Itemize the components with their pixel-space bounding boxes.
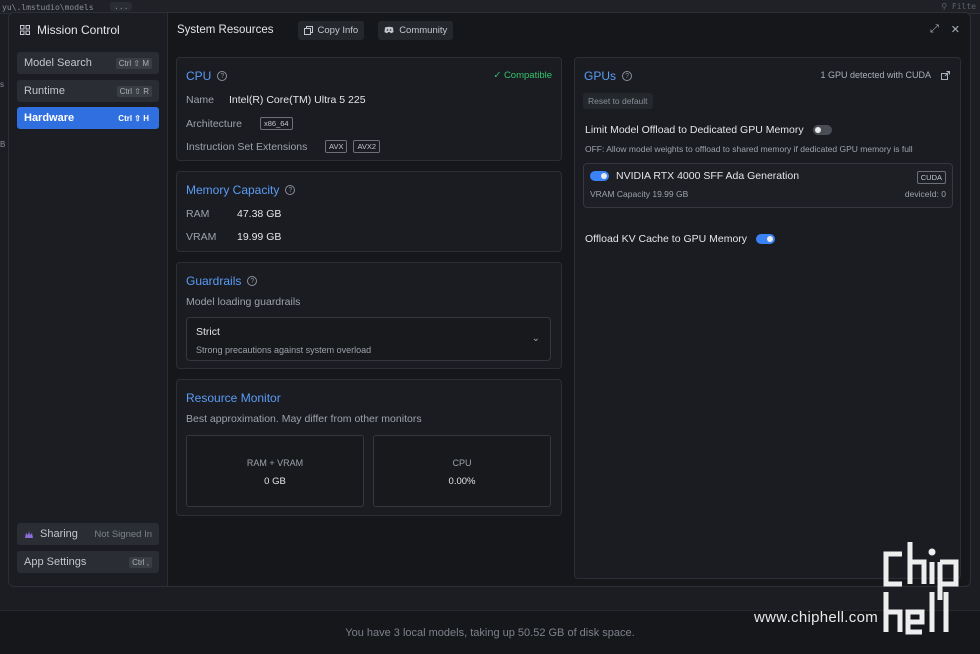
sidebar-item-label: Hardware (24, 112, 75, 124)
discord-icon (384, 26, 394, 34)
memory-card: Memory Capacity ? RAM 47.38 GB VRAM 19.9… (176, 171, 562, 252)
sidebar-item-label: App Settings (24, 556, 87, 568)
guardrails-title: Guardrails (186, 274, 242, 288)
path-text: yu\.lmstudio\models (2, 3, 94, 12)
gpu-backend-badge: CUDA (916, 171, 946, 184)
help-icon[interactable]: ? (217, 71, 228, 81)
chevron-down-icon: ⌄ (531, 333, 540, 344)
filter-input[interactable]: ⚲ Filte (941, 2, 976, 11)
architecture-value: x86_64 (260, 117, 293, 130)
offload-kv-cache-toggle[interactable] (756, 234, 776, 244)
offload-kv-cache-label: Offload KV Cache to GPU Memory (585, 233, 748, 245)
gpu-detected-text: 1 GPU detected with CUDA (820, 70, 931, 80)
guardrails-selected: Strict (196, 326, 220, 338)
compatibility-status: ✓ Compatible (493, 70, 552, 81)
more-button[interactable]: ... (110, 2, 133, 11)
architecture-label: Architecture (186, 117, 243, 130)
sidebar-item-model-search[interactable]: Model Search Ctrl ⇧ M (17, 52, 159, 74)
resource-monitor-title: Resource Monitor (186, 391, 281, 405)
watermark-logo (883, 542, 959, 635)
ram-label: RAM (186, 208, 210, 220)
ram-value: 47.38 GB (237, 208, 282, 220)
help-icon[interactable]: ? (285, 185, 296, 195)
guardrails-card: Guardrails ? Model loading guardrails St… (176, 262, 562, 369)
background-letter: s (0, 80, 4, 89)
sidebar-title: Mission Control (37, 23, 120, 37)
ram-vram-monitor-value: 0 GB (264, 476, 286, 487)
instruction-set-tag: AVX2 (353, 140, 381, 153)
guardrails-selected-description: Strong precautions against system overlo… (196, 345, 372, 355)
vram-label: VRAM (186, 231, 217, 243)
cpu-name-value: Intel(R) Core(TM) Ultra 5 225 (229, 94, 366, 106)
expand-icon[interactable]: ⤢ (930, 23, 939, 36)
memory-title: Memory Capacity (186, 183, 280, 197)
gpus-card: GPUs ? 1 GPU detected with CUDA Reset to… (574, 57, 961, 579)
reset-to-default-button[interactable]: Reset to default (583, 93, 653, 109)
cpu-card: CPU ? ✓ Compatible Name Intel(R) Core(TM… (176, 57, 562, 161)
shortcut-badge: Ctrl ⇧ M (115, 57, 152, 69)
copy-icon (303, 25, 313, 35)
grid-icon (20, 25, 30, 35)
gpu-item: NVIDIA RTX 4000 SFF Ada Generation CUDA … (583, 163, 953, 208)
sidebar-item-label: Runtime (24, 85, 65, 97)
instruction-set-tag: AVX (325, 140, 348, 153)
vram-value: 19.99 GB (237, 231, 282, 243)
community-label: Community (399, 24, 448, 36)
watermark-url: www.chiphell.com (754, 609, 879, 626)
sidebar-item-sharing[interactable]: Sharing Not Signed In (17, 523, 159, 545)
ram-vram-monitor-label: RAM + VRAM (246, 458, 304, 468)
limit-offload-label: Limit Model Offload to Dedicated GPU Mem… (585, 124, 804, 136)
copy-info-label: Copy Info (317, 24, 359, 36)
external-link-icon[interactable] (941, 70, 950, 80)
copy-info-button[interactable]: Copy Info (297, 20, 365, 40)
page-title: System Resources (177, 24, 274, 36)
mission-control-modal: Mission Control Model Search Ctrl ⇧ M Ru… (8, 12, 971, 587)
content-header: System Resources Copy Info Community ⤢ ✕ (168, 13, 970, 47)
sidebar: Mission Control Model Search Ctrl ⇧ M Ru… (9, 13, 168, 586)
resource-monitor-subtitle: Best approximation. May differ from othe… (186, 413, 422, 425)
ram-vram-monitor: RAM + VRAM 0 GB (186, 435, 364, 507)
close-icon[interactable]: ✕ (951, 23, 960, 36)
resource-monitor-card: Resource Monitor Best approximation. May… (176, 379, 562, 516)
sidebar-item-hardware[interactable]: Hardware Ctrl ⇧ H (17, 107, 159, 129)
limit-offload-note: OFF: Allow model weights to offload to s… (585, 144, 913, 154)
sign-in-status: Not Signed In (94, 528, 152, 540)
cpu-monitor-value: 0.00% (448, 476, 476, 487)
sidebar-item-runtime[interactable]: Runtime Ctrl ⇧ R (17, 80, 159, 102)
shortcut-badge: Ctrl , (129, 556, 152, 568)
guardrails-select[interactable]: Strict Strong precautions against system… (186, 317, 551, 361)
gpu-device-id: deviceId: 0 (904, 189, 946, 199)
cpu-monitor-label: CPU (452, 458, 472, 468)
help-icon[interactable]: ? (622, 71, 633, 81)
gpus-title: GPUs (584, 69, 617, 83)
gpu-enable-toggle[interactable] (590, 171, 609, 181)
disk-usage-text: You have 3 local models, taking up 50.52… (345, 627, 635, 639)
sharing-icon (25, 530, 33, 538)
background-letter: B (0, 140, 6, 149)
guardrails-subtitle: Model loading guardrails (186, 296, 301, 308)
limit-offload-toggle[interactable] (812, 125, 832, 135)
instruction-set-label: Instruction Set Extensions (186, 140, 308, 153)
community-button[interactable]: Community (378, 20, 454, 40)
gpu-vram-capacity: VRAM Capacity 19.99 GB (590, 189, 689, 199)
shortcut-badge: Ctrl ⇧ R (116, 85, 152, 97)
sidebar-item-label: Sharing (40, 528, 78, 540)
gpu-name: NVIDIA RTX 4000 SFF Ada Generation (616, 170, 800, 182)
cpu-title: CPU (186, 69, 212, 83)
sidebar-header: Mission Control (20, 23, 120, 37)
sidebar-item-app-settings[interactable]: App Settings Ctrl , (17, 551, 159, 573)
sidebar-item-label: Model Search (24, 57, 92, 69)
help-icon[interactable]: ? (247, 276, 258, 286)
cpu-name-label: Name (186, 94, 215, 106)
shortcut-badge: Ctrl ⇧ H (118, 113, 149, 123)
cpu-monitor: CPU 0.00% (373, 435, 551, 507)
